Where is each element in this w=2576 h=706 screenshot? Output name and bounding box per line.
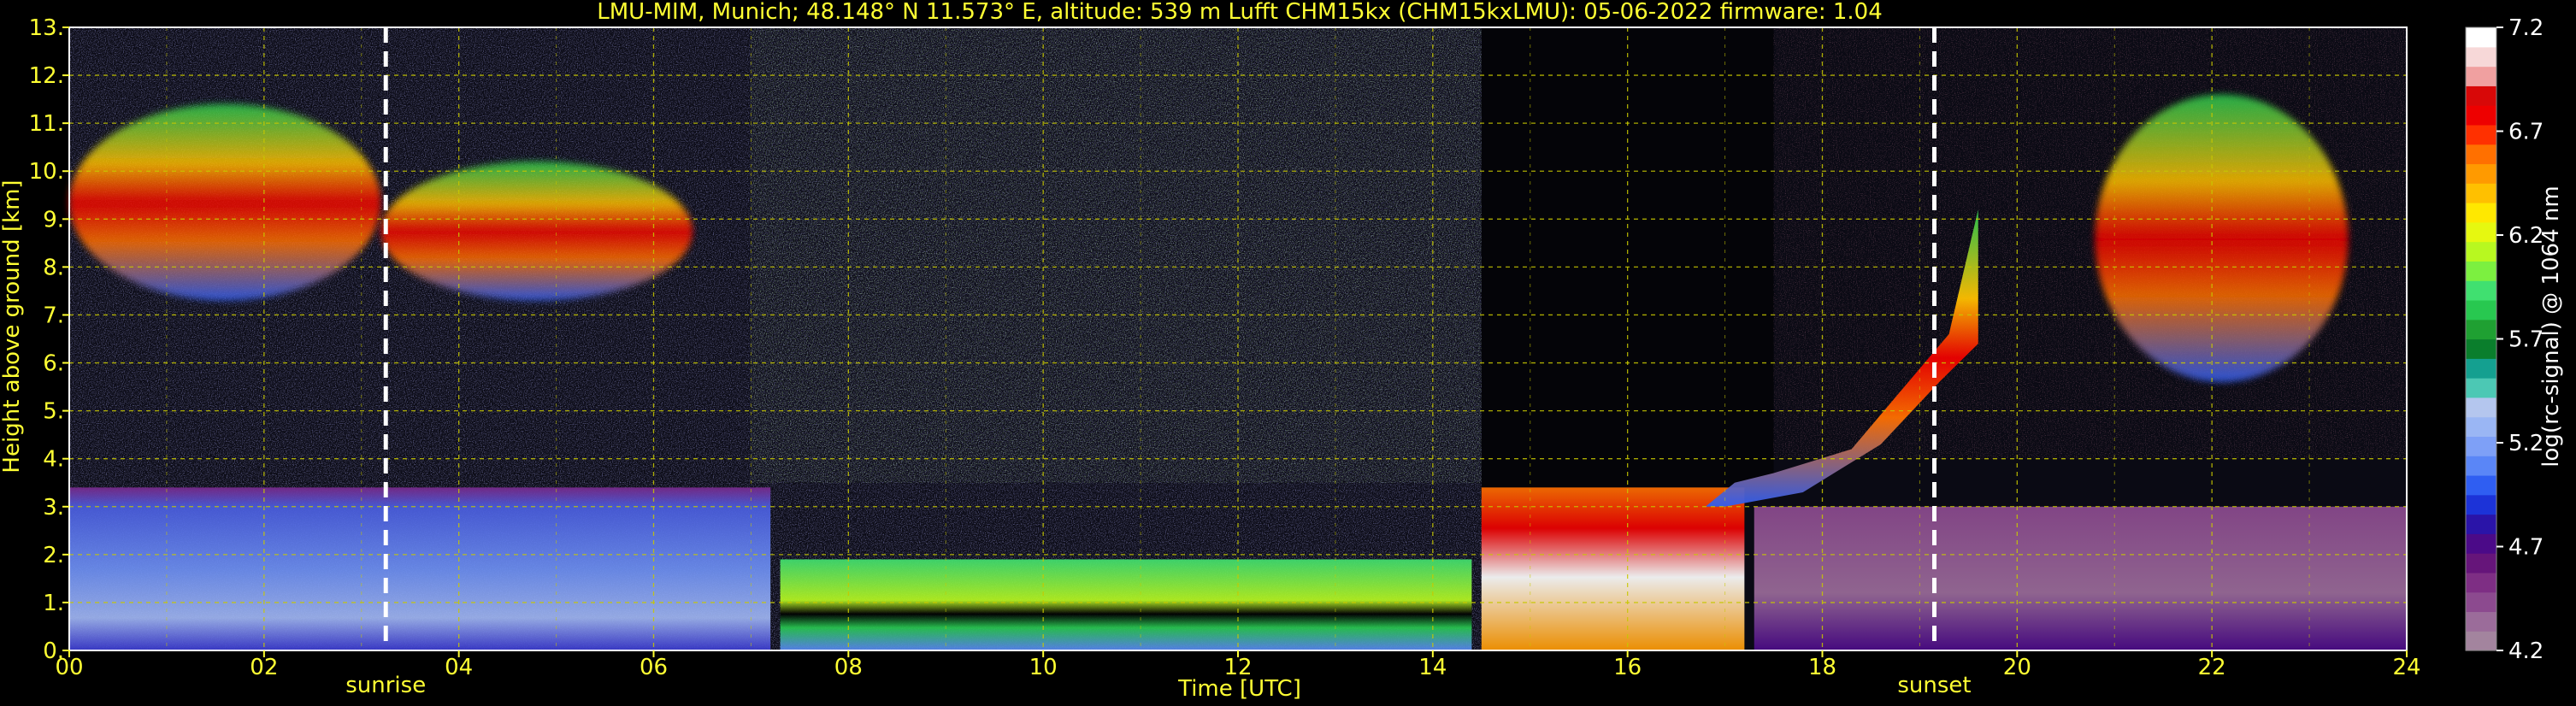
colorbar-segment	[2466, 183, 2496, 203]
colorbar-segment	[2466, 436, 2496, 456]
x-tick-label: 04	[445, 655, 473, 680]
x-tick-label: 08	[834, 655, 863, 680]
colorbar-tick-label: 7.2	[2508, 15, 2544, 41]
colorbar-tick-label: 4.7	[2508, 535, 2544, 561]
x-tick-label: 22	[2198, 655, 2226, 680]
y-tick-label: 8.	[43, 255, 64, 280]
y-tick-label: 4.	[43, 447, 64, 473]
colorbar-segment	[2466, 474, 2496, 496]
ceilometer-chart: sunrise sunset 00 02 04 06 08 10 12 14 16 18 20 22 24…	[0, 0, 2564, 702]
chart-title: LMU-MIM, Munich; 48.148° N 11.573° E, al…	[597, 0, 1882, 25]
x-tick-label: 02	[250, 655, 278, 680]
colorbar-segment	[2466, 591, 2496, 613]
event-label-sunrise: sunrise	[345, 673, 426, 698]
feature-residual-layer-6	[1754, 506, 2407, 650]
feature-cirrus-0	[69, 103, 381, 301]
y-tick-label: 9.	[43, 207, 64, 232]
colorbar-segment	[2466, 280, 2496, 301]
colorbar-label: log(rc-signal) @ 1064 nm	[2538, 185, 2564, 467]
colorbar-segment	[2466, 203, 2496, 223]
x-tick-label: 24	[2392, 655, 2420, 680]
colorbar-tick-label: 6.7	[2508, 120, 2544, 145]
feature-dense-cloud-4	[1481, 487, 1745, 650]
colorbar-segment	[2466, 631, 2496, 651]
colorbar-segment	[2466, 27, 2496, 48]
colorbar-segment	[2466, 105, 2496, 126]
colorbar-segment	[2466, 611, 2496, 632]
colorbar-segment	[2466, 416, 2496, 438]
colorbar-segment	[2466, 46, 2496, 68]
colorbar-segment	[2466, 572, 2496, 593]
y-tick-label: 0.	[43, 638, 64, 664]
x-tick-label: 16	[1613, 655, 1642, 680]
y-tick-label: 12.	[29, 63, 64, 89]
colorbar-tick-label: 4.2	[2508, 638, 2544, 664]
colorbar-segment	[2466, 221, 2496, 243]
colorbar-segment	[2466, 378, 2496, 398]
y-axis-label: Height above ground [km]	[0, 179, 25, 473]
x-tick-label: 20	[2003, 655, 2031, 680]
x-tick-label: 10	[1029, 655, 1058, 680]
y-tick-label: 3.	[43, 495, 64, 521]
feature-cirrus-7	[2095, 94, 2349, 382]
colorbar-segment	[2466, 397, 2496, 418]
colorbar-segment	[2466, 299, 2496, 321]
colorbar: 7.26.76.25.75.24.74.2	[2465, 15, 2544, 664]
x-tick-label: 14	[1418, 655, 1447, 680]
colorbar-segment	[2466, 358, 2496, 379]
colorbar-segment	[2466, 261, 2496, 281]
x-tick-label: 06	[640, 655, 668, 680]
event-label-sunset: sunset	[1897, 673, 1971, 698]
y-tick-label: 11.	[29, 111, 64, 137]
x-axis-label: Time [UTC]	[1177, 676, 1301, 702]
colorbar-segment	[2466, 144, 2496, 165]
colorbar-segment	[2466, 494, 2496, 515]
colorbar-segment	[2466, 533, 2496, 554]
colorbar-segment	[2466, 124, 2496, 145]
y-tick-label: 10.	[29, 159, 64, 185]
colorbar-segment	[2466, 66, 2496, 86]
y-tick-label: 7.	[43, 303, 64, 328]
feature-cirrus-1	[380, 162, 693, 301]
feature-boundary-layer-3	[780, 559, 1472, 650]
feature-aerosol-2	[69, 487, 771, 650]
noise-texture-green	[751, 27, 1482, 483]
colorbar-segment	[2466, 319, 2496, 340]
colorbar-segment	[2466, 241, 2496, 262]
colorbar-segment	[2466, 85, 2496, 106]
colorbar-segment	[2466, 514, 2496, 534]
colorbar-segment	[2466, 456, 2496, 476]
y-tick-label: 5.	[43, 399, 64, 425]
colorbar-segment	[2466, 338, 2496, 359]
colorbar-segment	[2466, 553, 2496, 574]
y-tick-label: 2.	[43, 543, 64, 568]
y-tick-label: 1.	[43, 591, 64, 616]
y-tick-label: 6.	[43, 351, 64, 377]
x-tick-label: 18	[1808, 655, 1836, 680]
colorbar-segment	[2466, 163, 2496, 184]
y-tick-label: 13.	[29, 15, 64, 41]
